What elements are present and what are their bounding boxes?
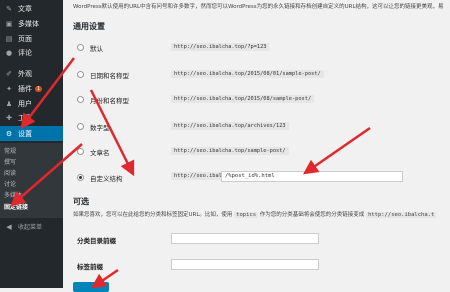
radio-day-name[interactable]	[77, 71, 84, 78]
sidebar-item-plugins[interactable]: ✦ 插件 1	[0, 82, 63, 95]
sidebar-item-appearance[interactable]: ✐ 外观	[0, 67, 63, 80]
example-url-month-name: http://seo.ibalcha.top/2015/08/sample-po…	[171, 95, 315, 103]
sidebar-item-users[interactable]: ♟ 用户	[0, 97, 63, 110]
radio-numeric[interactable]	[77, 123, 84, 130]
sidebar-item-label: 页面	[18, 34, 32, 43]
appearance-icon: ✐	[6, 69, 12, 78]
example-url-default: http://seo.ibalcha.top/?p=123	[171, 43, 270, 51]
submenu-item-general[interactable]: 常规	[4, 146, 16, 155]
sidebar-item-media[interactable]: ▣ 多媒体	[0, 17, 63, 30]
intro-text: WordPress默认使用的URL中含有问号和许多数字，然而您可以WordPre…	[73, 4, 444, 10]
optional-heading: 可选	[73, 197, 89, 206]
sidebar-item-label: 工具	[18, 113, 32, 122]
common-settings-heading: 通用设置	[73, 22, 105, 31]
example-url-numeric: http://seo.ibalcha.top/archives/123	[171, 122, 289, 130]
tools-icon: ✚	[6, 113, 12, 122]
optional-desc-text: 如果您喜欢，您可以在此给您的分类和标签固定URL。比如，使用	[73, 212, 233, 218]
plugin-icon: ✦	[6, 84, 12, 93]
example-url-day-name: http://seo.ibalcha.top/2015/08/01/sample…	[171, 70, 324, 78]
sidebar-item-label: 用户	[18, 99, 32, 108]
option-label-numeric: 数字型	[90, 124, 110, 132]
radio-month-name[interactable]	[77, 96, 84, 103]
sidebar-item-comments[interactable]: ● 评论	[0, 46, 63, 59]
collapse-menu-button[interactable]: ◀ 收起菜单	[0, 220, 63, 233]
page-icon: ▤	[5, 34, 13, 43]
sidebar-item-label: 文章	[18, 4, 32, 13]
settings-submenu: 常规 撰写 阅读 讨论 多媒体 固定链接	[0, 143, 63, 218]
submenu-item-discussion[interactable]: 讨论	[4, 179, 16, 188]
option-label-custom: 自定义结构	[90, 175, 123, 183]
sidebar-item-label: 插件	[18, 84, 32, 93]
optional-desc-text: 作为您的分类基础将会使您的分类链接变成	[259, 212, 365, 218]
optional-desc-code: topics	[234, 212, 259, 218]
submenu-item-media[interactable]: 多媒体	[4, 190, 22, 199]
submenu-item-writing[interactable]: 撰写	[4, 157, 16, 166]
optional-desc-url: http://seo.ibalcha.t	[366, 212, 437, 218]
submenu-item-permalinks[interactable]: 固定链接	[4, 202, 28, 211]
optional-description: 如果您喜欢，您可以在此给您的分类和标签固定URL。比如，使用 topics 作为…	[73, 210, 437, 218]
radio-default[interactable]	[77, 44, 84, 51]
user-icon: ♟	[5, 99, 13, 108]
category-base-label: 分类目录前缀	[77, 237, 116, 245]
category-base-input[interactable]	[171, 233, 319, 244]
tag-base-label: 标签前缀	[77, 263, 103, 271]
option-label-default: 默认	[90, 45, 103, 53]
sidebar-item-pages[interactable]: ▤ 页面	[0, 32, 63, 45]
example-url-post-name: http://seo.ibalcha.top/sample-post/	[171, 147, 289, 155]
submenu-item-reading[interactable]: 阅读	[4, 168, 16, 177]
settings-icon: ⚙	[5, 129, 13, 138]
sidebar-item-label: 评论	[18, 48, 32, 57]
media-icon: ▣	[5, 19, 13, 28]
save-changes-button[interactable]	[73, 282, 109, 292]
collapse-menu-label: 收起菜单	[18, 224, 43, 231]
permalink-settings-panel: WordPress默认使用的URL中含有问号和许多数字，然而您可以WordPre…	[63, 0, 450, 292]
pin-icon: ✎	[6, 4, 12, 13]
tag-base-input[interactable]	[171, 259, 319, 270]
option-label-month-name: 月份和名称型	[90, 97, 129, 105]
sidebar-item-posts[interactable]: ✎ 文章	[0, 2, 63, 15]
collapse-icon: ◀	[6, 222, 12, 231]
admin-sidebar: ✎ 文章 ▣ 多媒体 ▤ 页面 ● 评论 ✐ 外观 ✦ 插件 1 ♟ 用户 ✚ …	[0, 0, 63, 288]
sidebar-item-settings[interactable]: ⚙ 设置	[0, 126, 63, 141]
radio-custom-structure[interactable]	[77, 174, 84, 181]
option-label-day-name: 日期和名称型	[90, 72, 129, 80]
custom-structure-input[interactable]: /%post_id%.html	[221, 171, 403, 182]
radio-post-name[interactable]	[77, 148, 84, 155]
sidebar-item-label: 设置	[18, 129, 32, 138]
sidebar-item-tools[interactable]: ✚ 工具	[0, 111, 63, 124]
comment-icon: ●	[5, 48, 13, 57]
sidebar-item-label: 外观	[18, 69, 32, 78]
sidebar-item-label: 多媒体	[18, 19, 39, 28]
option-label-post-name: 文章名	[90, 149, 110, 157]
update-count-badge: 1	[35, 85, 43, 92]
